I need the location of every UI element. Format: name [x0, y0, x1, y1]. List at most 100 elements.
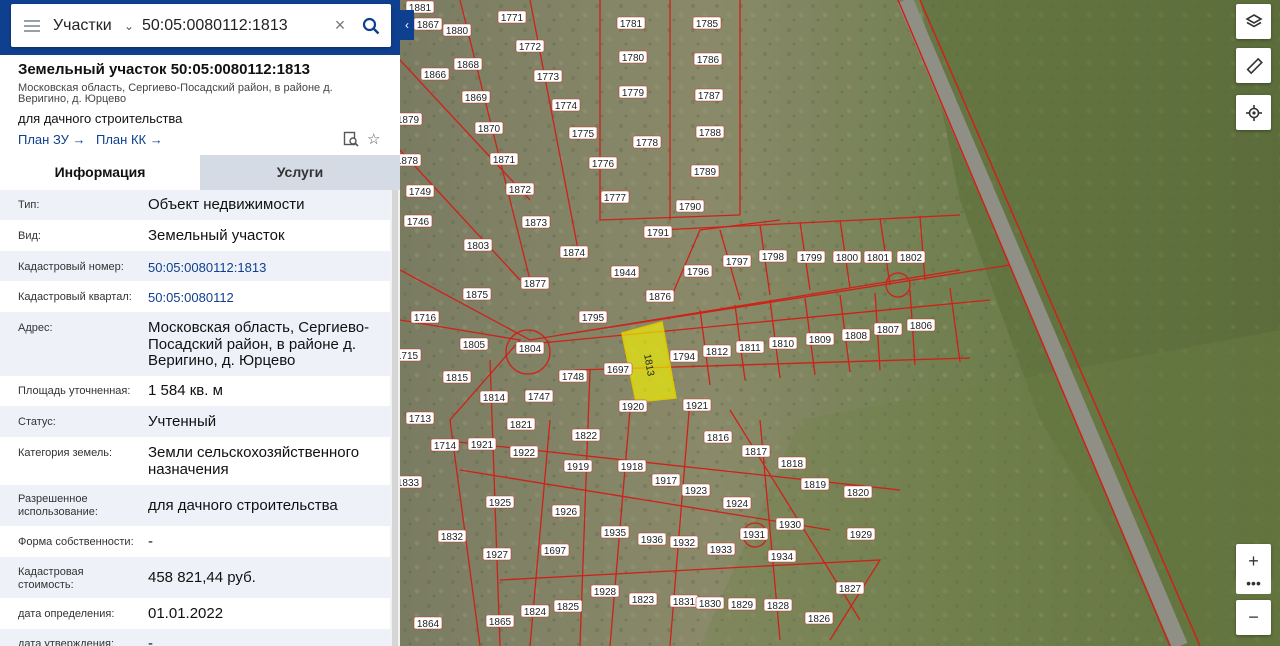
plot-label-1715[interactable]: 1715 [400, 351, 419, 362]
plot-label-1785[interactable]: 1785 [696, 19, 719, 30]
plot-label-1921[interactable]: 1921 [471, 440, 494, 451]
plot-label-1816[interactable]: 1816 [707, 433, 730, 444]
plot-label-1776[interactable]: 1776 [592, 159, 615, 170]
plot-label-1791[interactable]: 1791 [647, 228, 670, 239]
plot-label-1921[interactable]: 1921 [686, 401, 709, 412]
plot-label-1877[interactable]: 1877 [524, 279, 547, 290]
plot-label-1822[interactable]: 1822 [575, 431, 598, 442]
plot-label-1826[interactable]: 1826 [808, 614, 831, 625]
plot-label-1803[interactable]: 1803 [467, 241, 490, 252]
plot-label-1944[interactable]: 1944 [614, 268, 637, 279]
plot-label-1917[interactable]: 1917 [655, 476, 678, 487]
plot-label-1866[interactable]: 1866 [424, 70, 447, 81]
plot-label-1777[interactable]: 1777 [604, 193, 627, 204]
plot-label-1869[interactable]: 1869 [465, 93, 488, 104]
plot-label-1870[interactable]: 1870 [478, 124, 501, 135]
clear-icon[interactable]: × [329, 15, 351, 36]
plot-label-1747[interactable]: 1747 [528, 392, 551, 403]
plot-label-1872[interactable]: 1872 [509, 185, 532, 196]
plot-label-1935[interactable]: 1935 [604, 528, 627, 539]
chevron-down-icon[interactable]: ⌄ [116, 19, 142, 33]
plot-label-1814[interactable]: 1814 [483, 393, 506, 404]
plot-label-1815[interactable]: 1815 [446, 373, 469, 384]
plot-label-1933[interactable]: 1933 [710, 545, 733, 556]
plot-label-1926[interactable]: 1926 [555, 507, 578, 518]
star-icon[interactable]: ☆ [367, 130, 380, 148]
plot-label-1930[interactable]: 1930 [779, 520, 802, 531]
plot-label-1774[interactable]: 1774 [555, 101, 578, 112]
plot-label-1929[interactable]: 1929 [850, 530, 873, 541]
plot-label-1820[interactable]: 1820 [847, 488, 870, 499]
plot-label-1801[interactable]: 1801 [867, 253, 890, 264]
plot-label-1928[interactable]: 1928 [594, 587, 617, 598]
plot-label-1797[interactable]: 1797 [726, 257, 749, 268]
more-button[interactable]: ••• [1236, 572, 1271, 594]
plot-label-1817[interactable]: 1817 [745, 447, 768, 458]
search-input[interactable]: 50:05:0080112:1813 [142, 17, 329, 35]
plot-label-1811[interactable]: 1811 [739, 343, 761, 354]
plot-label-1716[interactable]: 1716 [414, 313, 437, 324]
layers-button[interactable] [1236, 4, 1271, 39]
plot-label-1748[interactable]: 1748 [562, 372, 585, 383]
plot-label-1924[interactable]: 1924 [726, 499, 749, 510]
plot-label-1790[interactable]: 1790 [679, 202, 702, 213]
plot-label-1936[interactable]: 1936 [641, 535, 664, 546]
plot-label-1804[interactable]: 1804 [519, 344, 542, 355]
zoom-out-button[interactable]: − [1236, 600, 1271, 635]
plot-label-1775[interactable]: 1775 [572, 129, 595, 140]
search-document-icon[interactable] [343, 131, 359, 151]
plot-label-1795[interactable]: 1795 [582, 313, 605, 324]
plot-label-1868[interactable]: 1868 [457, 60, 480, 71]
cadastral-quarter-link[interactable]: 50:05:0080112 [148, 290, 383, 307]
plot-label-1818[interactable]: 1818 [781, 459, 804, 470]
plot-label-1778[interactable]: 1778 [636, 138, 659, 149]
plot-label-1772[interactable]: 1772 [519, 42, 542, 53]
plot-label-1812[interactable]: 1812 [706, 347, 729, 358]
plot-label-1799[interactable]: 1799 [800, 253, 823, 264]
plot-label-1871[interactable]: 1871 [493, 155, 516, 166]
plot-label-1923[interactable]: 1923 [685, 486, 708, 497]
plot-label-1865[interactable]: 1865 [489, 617, 512, 628]
layer-select[interactable]: Участки [53, 17, 116, 35]
plot-label-1714[interactable]: 1714 [434, 441, 457, 452]
plot-label-1787[interactable]: 1787 [698, 91, 721, 102]
plot-label-1810[interactable]: 1810 [772, 339, 795, 350]
cadastral-number-link[interactable]: 50:05:0080112:1813 [148, 260, 383, 277]
plot-label-1794[interactable]: 1794 [673, 352, 696, 363]
plot-label-1798[interactable]: 1798 [762, 252, 785, 263]
plot-label-1789[interactable]: 1789 [694, 167, 717, 178]
plot-label-1805[interactable]: 1805 [463, 340, 486, 351]
plot-label-1934[interactable]: 1934 [771, 552, 794, 563]
plot-label-1931[interactable]: 1931 [743, 530, 766, 541]
plot-label-1788[interactable]: 1788 [699, 128, 722, 139]
locate-button[interactable] [1236, 95, 1271, 130]
plot-label-1697[interactable]: 1697 [607, 365, 630, 376]
plot-label-1873[interactable]: 1873 [525, 218, 548, 229]
tab-services[interactable]: Услуги [200, 155, 400, 190]
plan-kk-link[interactable]: План КК → [96, 132, 163, 147]
plot-label-1821[interactable]: 1821 [510, 420, 533, 431]
plot-label-1829[interactable]: 1829 [731, 600, 754, 611]
scrollbar[interactable] [390, 190, 400, 646]
plot-label-1920[interactable]: 1920 [622, 402, 645, 413]
plot-label-1819[interactable]: 1819 [804, 480, 827, 491]
plot-label-1832[interactable]: 1832 [441, 532, 464, 543]
plot-label-1824[interactable]: 1824 [524, 607, 547, 618]
plot-label-1746[interactable]: 1746 [407, 217, 430, 228]
plot-label-1831[interactable]: 1831 [673, 597, 696, 608]
plot-label-1867[interactable]: 1867 [417, 20, 440, 31]
plot-label-1879[interactable]: 1879 [400, 115, 420, 126]
plot-label-1773[interactable]: 1773 [537, 72, 560, 83]
plot-label-1875[interactable]: 1875 [466, 290, 489, 301]
plot-label-1932[interactable]: 1932 [673, 538, 696, 549]
map-view[interactable]: 1771 1781 1785 1772 1780 1786 1773 1868 1779 1787… [400, 0, 1280, 646]
plot-label-1833[interactable]: 1833 [400, 478, 420, 489]
tab-information[interactable]: Информация [0, 155, 200, 190]
plan-zu-link[interactable]: План ЗУ → [18, 132, 86, 147]
hamburger-menu-icon[interactable] [11, 4, 53, 47]
plot-label-1780[interactable]: 1780 [622, 53, 645, 64]
search-icon[interactable] [351, 4, 391, 47]
plot-label-1806[interactable]: 1806 [910, 321, 933, 332]
plot-label-1922[interactable]: 1922 [513, 448, 536, 459]
plot-label-1874[interactable]: 1874 [563, 248, 586, 259]
